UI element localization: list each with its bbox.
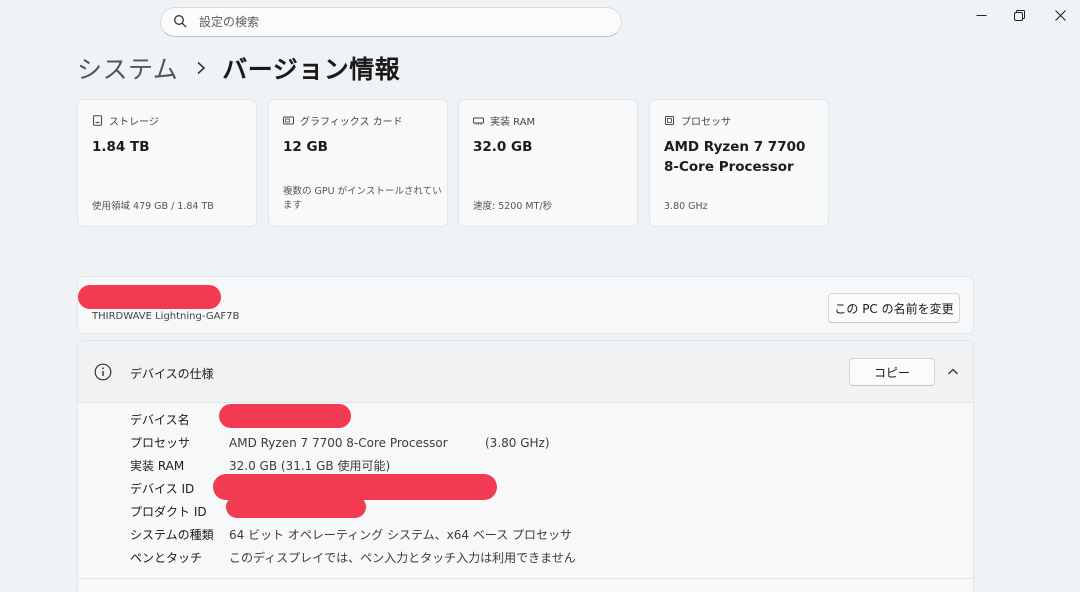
spec-key: 実装 RAM bbox=[130, 459, 185, 473]
rename-pc-button[interactable]: この PC の名前を変更 bbox=[828, 293, 960, 323]
card-subtext: 速度: 5200 MT/秒 bbox=[473, 201, 553, 212]
minimize-icon bbox=[976, 14, 986, 16]
settings-window: システム バージョン情報 ストレージ 1.84 TB 使用領域 479 GB /… bbox=[0, 0, 1080, 592]
breadcrumb-parent[interactable]: システム bbox=[77, 50, 178, 86]
section-divider bbox=[78, 578, 973, 579]
search-box[interactable] bbox=[160, 7, 622, 37]
processor-icon bbox=[665, 116, 674, 125]
ram-card: 実装 RAM 32.0 GB 速度: 5200 MT/秒 bbox=[458, 99, 638, 227]
redaction-mark bbox=[226, 496, 366, 518]
storage-card: ストレージ 1.84 TB 使用領域 479 GB / 1.84 TB bbox=[77, 99, 257, 227]
device-spec-title: デバイスの仕様 bbox=[130, 367, 214, 381]
card-subtext: 3.80 GHz bbox=[664, 201, 708, 212]
storage-icon bbox=[93, 115, 102, 126]
spec-key: デバイス名 bbox=[130, 413, 190, 427]
card-value: 1.84 TB bbox=[92, 139, 150, 155]
spec-value: 64 ビット オペレーティング システム、x64 ベース プロセッサ bbox=[229, 528, 573, 542]
device-model: THIRDWAVE Lightning-GAF7B bbox=[92, 311, 240, 322]
processor-card: プロセッサ AMD Ryzen 7 7700 8-Core Processor … bbox=[649, 99, 829, 227]
restore-icon bbox=[1013, 9, 1025, 21]
search-input[interactable] bbox=[199, 15, 599, 29]
spec-key: プロダクト ID bbox=[130, 505, 207, 519]
spec-extra: (3.80 GHz) bbox=[485, 436, 550, 450]
device-spec-header[interactable]: デバイスの仕様 コピー bbox=[78, 341, 973, 403]
card-label: グラフィックス カード bbox=[300, 117, 403, 128]
spec-key: ペンとタッチ bbox=[130, 551, 203, 565]
card-label: ストレージ bbox=[109, 117, 159, 128]
search-icon bbox=[173, 13, 187, 32]
graphics-card-icon bbox=[283, 116, 294, 125]
card-subtext: 複数の GPU がインストールされています bbox=[283, 186, 442, 211]
spec-key: システムの種類 bbox=[130, 528, 214, 542]
card-label: 実装 RAM bbox=[490, 117, 536, 128]
device-spec-section: デバイスの仕様 コピー デバイス名 プロセッサ AMD Ryzen 7 7700… bbox=[77, 340, 974, 592]
card-value: 12 GB bbox=[283, 139, 328, 155]
card-subtext: 使用領域 479 GB / 1.84 TB bbox=[92, 201, 214, 212]
spec-row-ram: 実装 RAM 32.0 GB (31.1 GB 使用可能) bbox=[130, 456, 930, 476]
close-button[interactable] bbox=[1038, 2, 1080, 28]
spec-row-processor: プロセッサ AMD Ryzen 7 7700 8-Core Processor … bbox=[130, 433, 930, 453]
restore-button[interactable] bbox=[997, 2, 1041, 28]
card-value: AMD Ryzen 7 7700 8-Core Processor bbox=[664, 139, 806, 175]
info-icon bbox=[94, 363, 112, 381]
graphics-card-card: グラフィックス カード 12 GB 複数の GPU がインストールされています bbox=[268, 99, 448, 227]
spec-row-pen-touch: ペンとタッチ このディスプレイでは、ペン入力とタッチ入力は利用できません bbox=[130, 548, 930, 568]
spec-value: AMD Ryzen 7 7700 8-Core Processor bbox=[229, 436, 448, 450]
card-label: プロセッサ bbox=[681, 117, 731, 128]
spec-value: このディスプレイでは、ペン入力とタッチ入力は利用できません bbox=[229, 551, 576, 565]
chevron-right-icon bbox=[196, 61, 206, 75]
redaction-mark bbox=[78, 285, 221, 309]
close-icon bbox=[1054, 9, 1066, 21]
copy-button[interactable]: コピー bbox=[849, 358, 935, 386]
redaction-mark bbox=[219, 404, 351, 428]
spec-key: プロセッサ bbox=[130, 436, 191, 450]
spec-value: 32.0 GB (31.1 GB 使用可能) bbox=[229, 459, 391, 473]
breadcrumb: システム バージョン情報 bbox=[77, 50, 400, 86]
ram-icon bbox=[473, 117, 484, 125]
spec-row-system-type: システムの種類 64 ビット オペレーティング システム、x64 ベース プロセ… bbox=[130, 525, 930, 545]
page-title: バージョン情報 bbox=[222, 55, 401, 84]
card-value: 32.0 GB bbox=[473, 139, 533, 155]
chevron-up-icon[interactable] bbox=[947, 366, 959, 378]
spec-key: デバイス ID bbox=[130, 482, 195, 496]
